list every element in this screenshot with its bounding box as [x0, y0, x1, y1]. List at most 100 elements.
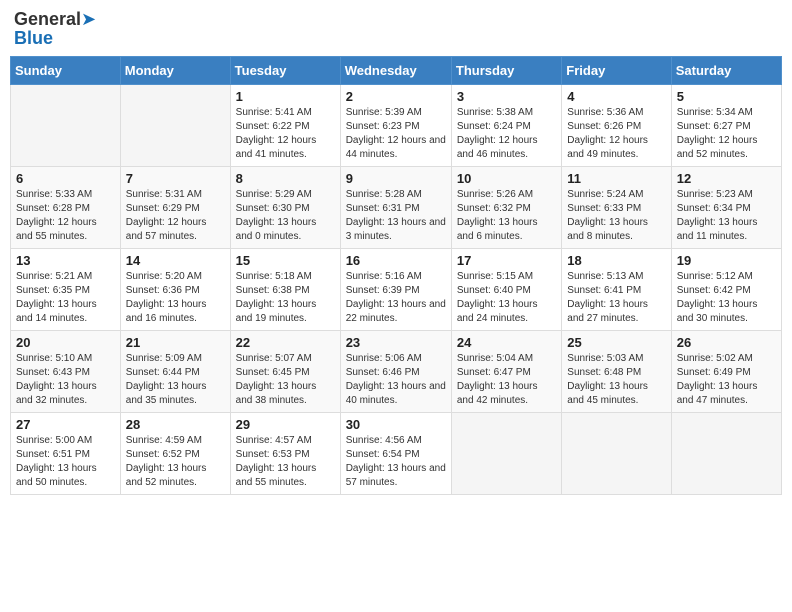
- calendar-cell: 19Sunrise: 5:12 AM Sunset: 6:42 PM Dayli…: [671, 249, 781, 331]
- day-number: 17: [457, 253, 556, 268]
- day-info: Sunrise: 5:41 AM Sunset: 6:22 PM Dayligh…: [236, 106, 335, 162]
- calendar-week-2: 6 Sunrise: 5:33 AM Sunset: 6:28 PM Daylig…: [11, 167, 782, 249]
- day-info: Sunrise: 5:06 AM Sunset: 6:46 PM Dayligh…: [346, 352, 446, 408]
- day-number: 8: [236, 171, 335, 186]
- day-info: Sunrise: 4:59 AM Sunset: 6:52 PM Dayligh…: [126, 434, 225, 490]
- day-number: 5: [677, 89, 776, 104]
- day-info: Sunrise: 5:00 AM Sunset: 6:51 PM Dayligh…: [16, 434, 115, 490]
- day-number: 27: [16, 417, 115, 432]
- day-number: 23: [346, 335, 446, 350]
- calendar-cell: 25 Sunrise: 5:03 AM Sunset: 6:48 PM Dayli…: [562, 331, 671, 413]
- calendar-cell: 17 Sunrise: 5:15 AM Sunset: 6:40 PM Dayli…: [451, 249, 561, 331]
- day-number: 18: [567, 253, 665, 268]
- weekday-header-sunday: Sunday: [11, 57, 121, 85]
- day-number: 11: [567, 171, 665, 186]
- calendar-cell: 5 Sunrise: 5:34 AM Sunset: 6:27 PM Daylig…: [671, 85, 781, 167]
- day-number: 7: [126, 171, 225, 186]
- day-number: 25: [567, 335, 665, 350]
- calendar-cell: 13Sunrise: 5:21 AM Sunset: 6:35 PM Dayli…: [11, 249, 121, 331]
- calendar-cell: 10 Sunrise: 5:26 AM Sunset: 6:32 PM Dayli…: [451, 167, 561, 249]
- calendar-cell: 16 Sunrise: 5:16 AM Sunset: 6:39 PM Dayli…: [340, 249, 451, 331]
- day-info: Sunrise: 5:09 AM Sunset: 6:44 PM Dayligh…: [126, 352, 225, 408]
- calendar-cell: 9 Sunrise: 5:28 AM Sunset: 6:31 PM Daylig…: [340, 167, 451, 249]
- day-info: Sunrise: 5:02 AM Sunset: 6:49 PM Dayligh…: [677, 352, 776, 408]
- day-info: Sunrise: 5:10 AM Sunset: 6:43 PM Dayligh…: [16, 352, 115, 408]
- calendar-cell: [562, 413, 671, 495]
- logo: General➤ Blue: [14, 10, 96, 48]
- day-info: Sunrise: 5:04 AM Sunset: 6:47 PM Dayligh…: [457, 352, 556, 408]
- day-info: Sunrise: 5:38 AM Sunset: 6:24 PM Dayligh…: [457, 106, 556, 162]
- day-number: 22: [236, 335, 335, 350]
- calendar-cell: 7Sunrise: 5:31 AM Sunset: 6:29 PM Daylig…: [120, 167, 230, 249]
- calendar-cell: 23 Sunrise: 5:06 AM Sunset: 6:46 PM Dayli…: [340, 331, 451, 413]
- calendar-week-5: 27 Sunrise: 5:00 AM Sunset: 6:51 PM Dayli…: [11, 413, 782, 495]
- day-info: Sunrise: 5:15 AM Sunset: 6:40 PM Dayligh…: [457, 270, 556, 326]
- calendar-week-1: 1 Sunrise: 5:41 AM Sunset: 6:22 PM Daylig…: [11, 85, 782, 167]
- calendar-cell: 29 Sunrise: 4:57 AM Sunset: 6:53 PM Dayli…: [230, 413, 340, 495]
- weekday-header-wednesday: Wednesday: [340, 57, 451, 85]
- logo-general: General: [14, 9, 81, 29]
- day-info: Sunrise: 5:20 AM Sunset: 6:36 PM Dayligh…: [126, 270, 225, 326]
- calendar-cell: 22 Sunrise: 5:07 AM Sunset: 6:45 PM Dayli…: [230, 331, 340, 413]
- calendar-cell: 8 Sunrise: 5:29 AM Sunset: 6:30 PM Daylig…: [230, 167, 340, 249]
- day-number: 14: [126, 253, 225, 268]
- day-number: 1: [236, 89, 335, 104]
- day-number: 19: [677, 253, 776, 268]
- day-info: Sunrise: 5:13 AM Sunset: 6:41 PM Dayligh…: [567, 270, 665, 326]
- calendar-cell: 20 Sunrise: 5:10 AM Sunset: 6:43 PM Dayli…: [11, 331, 121, 413]
- calendar-cell: 12 Sunrise: 5:23 AM Sunset: 6:34 PM Dayli…: [671, 167, 781, 249]
- logo-blue: Blue: [14, 28, 53, 48]
- day-number: 10: [457, 171, 556, 186]
- day-info: Sunrise: 5:07 AM Sunset: 6:45 PM Dayligh…: [236, 352, 335, 408]
- day-info: Sunrise: 5:33 AM Sunset: 6:28 PM Dayligh…: [16, 188, 115, 244]
- day-info: Sunrise: 5:26 AM Sunset: 6:32 PM Dayligh…: [457, 188, 556, 244]
- calendar-week-4: 20 Sunrise: 5:10 AM Sunset: 6:43 PM Dayli…: [11, 331, 782, 413]
- day-info: Sunrise: 4:57 AM Sunset: 6:53 PM Dayligh…: [236, 434, 335, 490]
- day-info: Sunrise: 5:16 AM Sunset: 6:39 PM Dayligh…: [346, 270, 446, 326]
- calendar-cell: 4Sunrise: 5:36 AM Sunset: 6:26 PM Daylig…: [562, 85, 671, 167]
- day-number: 6: [16, 171, 115, 186]
- calendar-cell: [451, 413, 561, 495]
- calendar-cell: [11, 85, 121, 167]
- day-number: 13: [16, 253, 115, 268]
- day-info: Sunrise: 5:23 AM Sunset: 6:34 PM Dayligh…: [677, 188, 776, 244]
- weekday-header-thursday: Thursday: [451, 57, 561, 85]
- calendar-cell: [671, 413, 781, 495]
- calendar-cell: 11 Sunrise: 5:24 AM Sunset: 6:33 PM Dayli…: [562, 167, 671, 249]
- weekday-header-friday: Friday: [562, 57, 671, 85]
- calendar-cell: 6 Sunrise: 5:33 AM Sunset: 6:28 PM Daylig…: [11, 167, 121, 249]
- day-number: 3: [457, 89, 556, 104]
- calendar-cell: [120, 85, 230, 167]
- day-number: 9: [346, 171, 446, 186]
- day-info: Sunrise: 5:24 AM Sunset: 6:33 PM Dayligh…: [567, 188, 665, 244]
- day-number: 21: [126, 335, 225, 350]
- day-number: 12: [677, 171, 776, 186]
- calendar-cell: 30 Sunrise: 4:56 AM Sunset: 6:54 PM Dayli…: [340, 413, 451, 495]
- calendar-cell: 1 Sunrise: 5:41 AM Sunset: 6:22 PM Daylig…: [230, 85, 340, 167]
- calendar-cell: 26 Sunrise: 5:02 AM Sunset: 6:49 PM Dayli…: [671, 331, 781, 413]
- day-info: Sunrise: 5:36 AM Sunset: 6:26 PM Dayligh…: [567, 106, 665, 162]
- day-number: 29: [236, 417, 335, 432]
- day-info: Sunrise: 5:39 AM Sunset: 6:23 PM Dayligh…: [346, 106, 446, 162]
- calendar-cell: 15Sunrise: 5:18 AM Sunset: 6:38 PM Dayli…: [230, 249, 340, 331]
- day-number: 20: [16, 335, 115, 350]
- day-info: Sunrise: 5:28 AM Sunset: 6:31 PM Dayligh…: [346, 188, 446, 244]
- calendar-cell: 14 Sunrise: 5:20 AM Sunset: 6:36 PM Dayli…: [120, 249, 230, 331]
- day-number: 30: [346, 417, 446, 432]
- day-number: 26: [677, 335, 776, 350]
- calendar-cell: 28Sunrise: 4:59 AM Sunset: 6:52 PM Dayli…: [120, 413, 230, 495]
- calendar-cell: 24 Sunrise: 5:04 AM Sunset: 6:47 PM Dayli…: [451, 331, 561, 413]
- logo-bird-icon: ➤: [81, 9, 96, 29]
- day-number: 16: [346, 253, 446, 268]
- day-info: Sunrise: 4:56 AM Sunset: 6:54 PM Dayligh…: [346, 434, 446, 490]
- page-header: General➤ Blue: [10, 10, 782, 48]
- day-info: Sunrise: 5:29 AM Sunset: 6:30 PM Dayligh…: [236, 188, 335, 244]
- day-number: 2: [346, 89, 446, 104]
- day-number: 15: [236, 253, 335, 268]
- day-info: Sunrise: 5:03 AM Sunset: 6:48 PM Dayligh…: [567, 352, 665, 408]
- day-number: 24: [457, 335, 556, 350]
- calendar-cell: 21 Sunrise: 5:09 AM Sunset: 6:44 PM Dayli…: [120, 331, 230, 413]
- day-info: Sunrise: 5:34 AM Sunset: 6:27 PM Dayligh…: [677, 106, 776, 162]
- calendar-week-3: 13Sunrise: 5:21 AM Sunset: 6:35 PM Dayli…: [11, 249, 782, 331]
- calendar-cell: 2 Sunrise: 5:39 AM Sunset: 6:23 PM Daylig…: [340, 85, 451, 167]
